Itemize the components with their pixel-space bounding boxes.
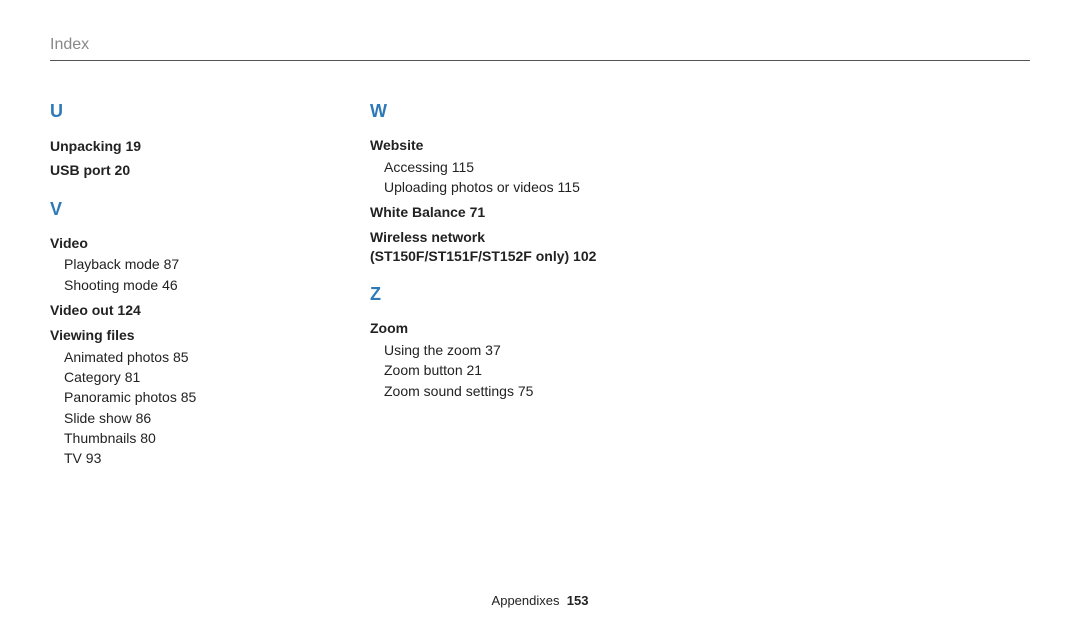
- index-columns: U Unpacking 19 USB port 20 V Video Playb…: [50, 101, 1030, 475]
- sub-entry: Uploading photos or videos 115: [384, 177, 600, 197]
- zoom-sublist: Using the zoom 37 Zoom button 21 Zoom so…: [370, 340, 600, 401]
- sub-entry: Playback mode 87: [64, 254, 280, 274]
- entry-usbport: USB port 20: [50, 160, 280, 180]
- sub-entry: Shooting mode 46: [64, 275, 280, 295]
- video-sublist: Playback mode 87 Shooting mode 46: [50, 254, 280, 295]
- entry-unpacking: Unpacking 19: [50, 136, 280, 156]
- entry-whitebalance: White Balance 71: [370, 203, 600, 222]
- column-1: U Unpacking 19 USB port 20 V Video Playb…: [50, 101, 280, 475]
- sub-entry: TV 93: [64, 448, 280, 468]
- column-2: W Website Accessing 115 Uploading photos…: [370, 101, 600, 475]
- footer-page-number: 153: [567, 593, 589, 608]
- entry-website: Website: [370, 136, 600, 155]
- website-sublist: Accessing 115 Uploading photos or videos…: [370, 157, 600, 198]
- header-title: Index: [50, 36, 1030, 54]
- page-footer: Appendixes 153: [0, 593, 1080, 608]
- sub-entry: Accessing 115: [384, 157, 600, 177]
- sub-entry: Slide show 86: [64, 408, 280, 428]
- sub-entry: Thumbnails 80: [64, 428, 280, 448]
- index-letter-v: V: [50, 199, 280, 220]
- index-letter-w: W: [370, 101, 600, 122]
- sub-entry: Animated photos 85: [64, 347, 280, 367]
- entry-video: Video: [50, 234, 280, 253]
- index-letter-u: U: [50, 101, 280, 122]
- viewing-sublist: Animated photos 85 Category 81 Panoramic…: [50, 347, 280, 469]
- index-letter-z: Z: [370, 284, 600, 305]
- entry-viewingfiles: Viewing files: [50, 326, 280, 345]
- entry-videoout: Video out 124: [50, 301, 280, 320]
- sub-entry: Panoramic photos 85: [64, 387, 280, 407]
- sub-entry: Category 81: [64, 367, 280, 387]
- sub-entry: Zoom button 21: [384, 360, 600, 380]
- page-header: Index: [50, 36, 1030, 61]
- entry-zoom: Zoom: [370, 319, 600, 338]
- entry-wireless: Wireless network (ST150F/ST151F/ST152F o…: [370, 228, 600, 266]
- sub-entry: Zoom sound settings 75: [384, 381, 600, 401]
- footer-section: Appendixes: [492, 593, 560, 608]
- sub-entry: Using the zoom 37: [384, 340, 600, 360]
